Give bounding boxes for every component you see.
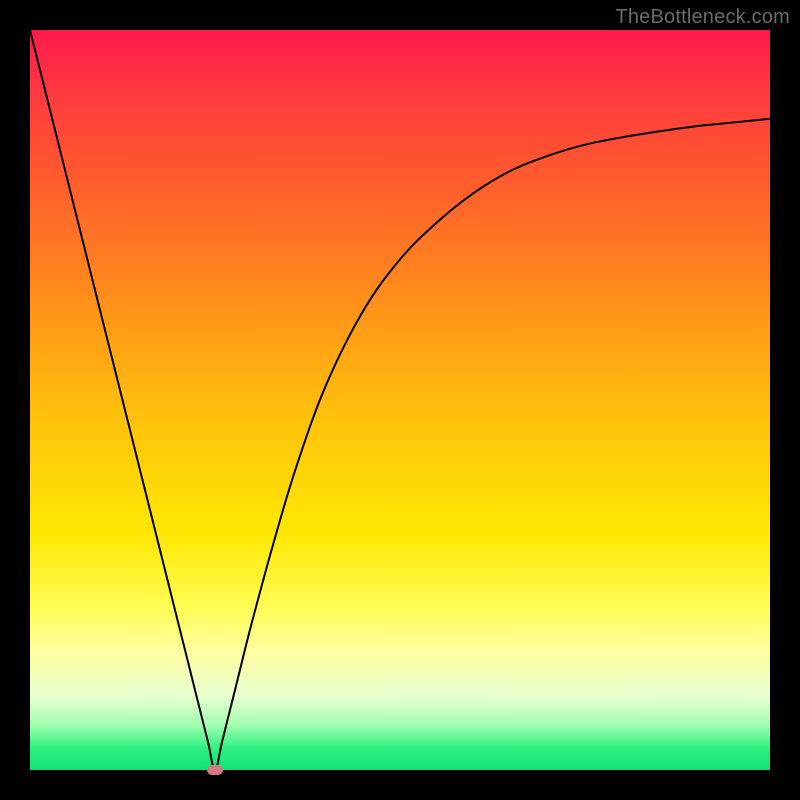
- minimum-marker: [207, 765, 223, 775]
- chart-frame: TheBottleneck.com: [0, 0, 800, 800]
- plot-area: [30, 30, 770, 770]
- bottleneck-curve: [30, 30, 770, 770]
- chart-svg: [30, 30, 770, 770]
- watermark-text: TheBottleneck.com: [615, 6, 790, 29]
